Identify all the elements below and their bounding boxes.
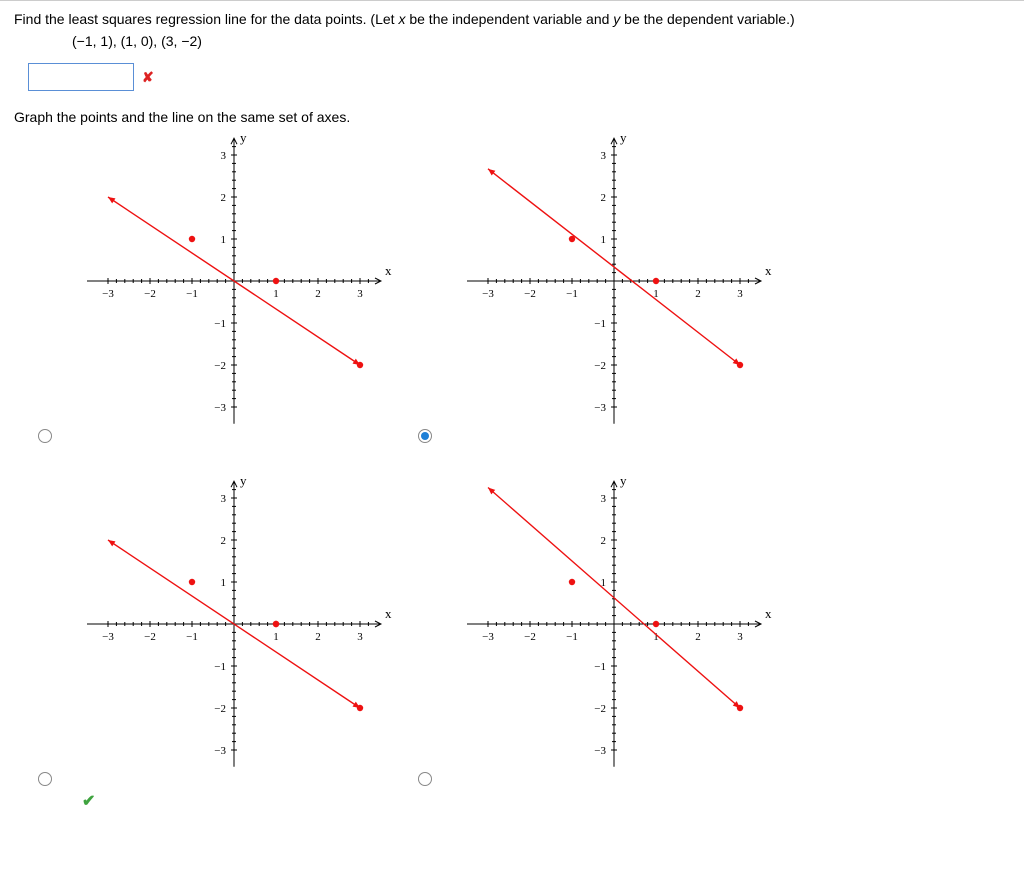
- svg-text:3: 3: [357, 631, 363, 643]
- svg-text:−1: −1: [566, 288, 578, 300]
- svg-text:−2: −2: [594, 703, 606, 715]
- svg-text:2: 2: [601, 192, 607, 204]
- graph-plot: −3−2−1123−3−2−1123xy: [454, 131, 774, 431]
- svg-text:−1: −1: [214, 661, 226, 673]
- svg-text:−1: −1: [594, 661, 606, 673]
- svg-text:y: y: [620, 131, 627, 145]
- radio-option-D[interactable]: [418, 772, 432, 786]
- svg-text:−2: −2: [144, 631, 156, 643]
- graph-plot: −3 −2 −1 1 2 3 −3 −2 −1 1 2 3 x y: [74, 474, 394, 774]
- svg-text:x: x: [385, 606, 392, 621]
- svg-text:1: 1: [273, 631, 279, 643]
- answer-input[interactable]: [28, 63, 134, 91]
- svg-text:−3: −3: [102, 288, 114, 300]
- svg-text:y: y: [620, 474, 627, 488]
- svg-text:−1: −1: [566, 631, 578, 643]
- wrong-icon: ✘: [142, 69, 154, 86]
- svg-text:y: y: [240, 131, 247, 145]
- svg-text:1: 1: [273, 288, 279, 300]
- svg-text:−2: −2: [524, 288, 536, 300]
- svg-text:−2: −2: [214, 703, 226, 715]
- radio-option-A[interactable]: [38, 429, 52, 443]
- svg-text:−2: −2: [524, 631, 536, 643]
- graph-plot: −3 −2 −1 1 2 3 −3 −2 −1 1 2 3 x y: [74, 131, 394, 431]
- svg-text:3: 3: [737, 631, 743, 643]
- svg-text:3: 3: [221, 493, 227, 505]
- svg-text:1: 1: [221, 577, 227, 589]
- svg-text:−3: −3: [214, 745, 226, 757]
- radio-option-C[interactable]: [38, 772, 52, 786]
- graph-plot: −3−2−1123−3−2−1123xy: [454, 474, 774, 774]
- svg-text:−1: −1: [594, 318, 606, 330]
- graph-option-B[interactable]: −3−2−1123−3−2−1123xy: [454, 131, 834, 434]
- svg-text:−3: −3: [482, 631, 494, 643]
- data-points-text: (−1, 1), (1, 0), (3, −2): [72, 33, 1010, 49]
- svg-text:3: 3: [357, 288, 363, 300]
- svg-text:2: 2: [695, 631, 701, 643]
- svg-text:−3: −3: [102, 631, 114, 643]
- svg-text:2: 2: [315, 631, 321, 643]
- correct-icon: ✔: [82, 791, 95, 811]
- svg-text:2: 2: [221, 192, 227, 204]
- svg-text:3: 3: [221, 150, 227, 162]
- svg-text:1: 1: [601, 234, 607, 246]
- svg-text:y: y: [240, 474, 247, 488]
- svg-text:3: 3: [601, 150, 607, 162]
- svg-text:−3: −3: [594, 402, 606, 414]
- svg-text:−1: −1: [186, 288, 198, 300]
- svg-text:x: x: [765, 606, 772, 621]
- svg-text:2: 2: [221, 535, 227, 547]
- answer-row: ✘: [28, 63, 1010, 91]
- svg-text:x: x: [385, 263, 392, 278]
- graph-option-D[interactable]: −3−2−1123−3−2−1123xy: [454, 474, 834, 777]
- svg-text:−3: −3: [482, 288, 494, 300]
- prompt-text-mid1: be the independent variable and: [405, 11, 613, 27]
- svg-text:−2: −2: [214, 360, 226, 372]
- graph-option-A[interactable]: −3 −2 −1 1 2 3 −3 −2 −1 1 2 3 x y: [74, 131, 454, 434]
- svg-text:1: 1: [221, 234, 227, 246]
- svg-text:3: 3: [737, 288, 743, 300]
- graph-option-C[interactable]: −3−2−1123−3−2−1123xy✔: [74, 474, 454, 777]
- svg-text:−2: −2: [594, 360, 606, 372]
- prompt-text-suffix: be the dependent variable.): [620, 11, 794, 27]
- svg-text:−1: −1: [186, 631, 198, 643]
- question-prompt: Find the least squares regression line f…: [14, 11, 1010, 27]
- graph-instruction: Graph the points and the line on the sam…: [14, 109, 1010, 125]
- svg-text:2: 2: [315, 288, 321, 300]
- question-page: Find the least squares regression line f…: [0, 0, 1024, 817]
- svg-text:−2: −2: [144, 288, 156, 300]
- svg-text:3: 3: [601, 493, 607, 505]
- svg-text:2: 2: [601, 535, 607, 547]
- prompt-text-prefix: Find the least squares regression line f…: [14, 11, 398, 27]
- svg-text:−1: −1: [214, 318, 226, 330]
- svg-text:2: 2: [695, 288, 701, 300]
- graphs-grid: −3 −2 −1 1 2 3 −3 −2 −1 1 2 3 x y −3 −2 −1 1 2 3 −3 −2 −1 1 2 3 x y…: [74, 131, 1010, 777]
- svg-text:−3: −3: [214, 402, 226, 414]
- radio-option-B[interactable]: [418, 429, 432, 443]
- svg-text:−3: −3: [594, 745, 606, 757]
- svg-text:x: x: [765, 263, 772, 278]
